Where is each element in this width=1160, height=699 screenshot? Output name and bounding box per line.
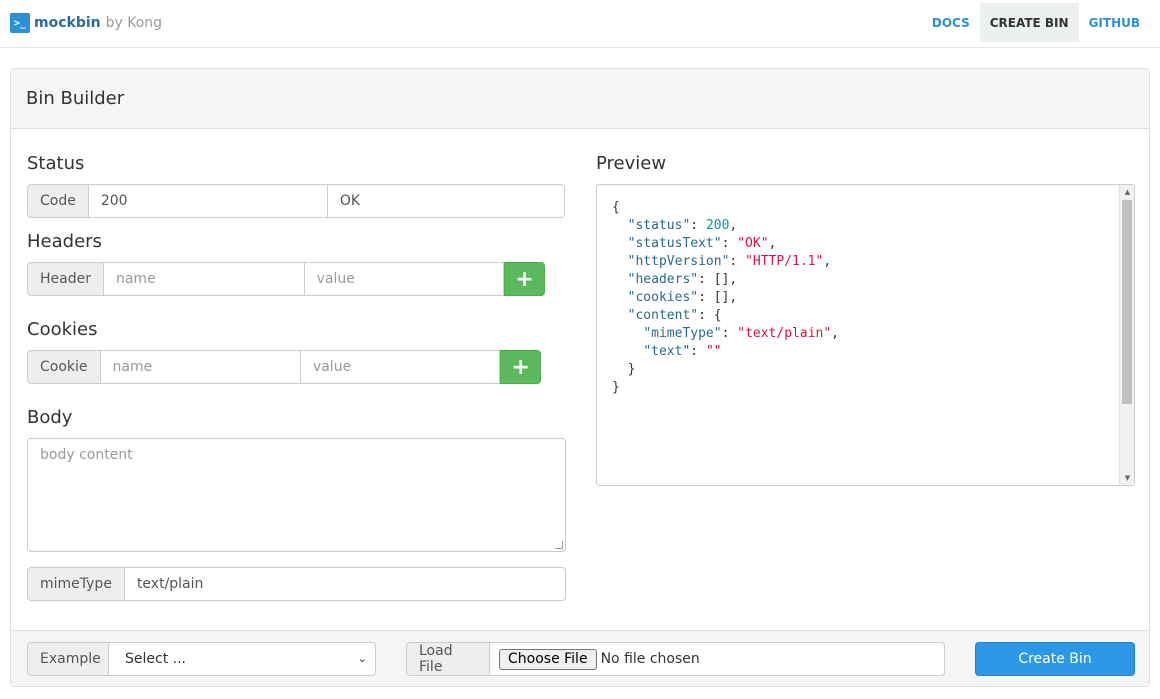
plus-icon: + bbox=[511, 354, 530, 380]
panel-title: Bin Builder bbox=[11, 69, 1149, 129]
cookie-addon: Cookie bbox=[27, 350, 101, 384]
add-header-button[interactable]: + bbox=[504, 262, 545, 296]
cookie-name-input[interactable]: name bbox=[100, 350, 301, 384]
status-text-input[interactable]: OK bbox=[327, 184, 565, 218]
example-group: Example bbox=[27, 642, 109, 676]
plus-icon: + bbox=[515, 266, 534, 292]
cookies-group: Cookie name value + bbox=[27, 350, 542, 384]
bin-builder-panel: Bin Builder Status Code 200 OK Headers H… bbox=[10, 68, 1150, 687]
header-name-input[interactable]: name bbox=[103, 262, 305, 296]
headers-group: Header name value + bbox=[27, 262, 545, 296]
body-placeholder: body content bbox=[40, 447, 133, 463]
code-addon: Code bbox=[27, 184, 89, 218]
file-status: No file chosen bbox=[600, 651, 700, 667]
resize-grip-icon[interactable] bbox=[555, 541, 563, 549]
scroll-up-icon[interactable]: ▲ bbox=[1120, 185, 1135, 199]
example-selected: Select ... bbox=[125, 651, 186, 667]
example-addon: Example bbox=[27, 642, 109, 676]
mimetype-group: mimeType text/plain bbox=[27, 567, 566, 601]
nav-github[interactable]: GITHUB bbox=[1079, 3, 1150, 42]
preview-json: { "status": 200, "statusText": "OK", "ht… bbox=[612, 200, 839, 395]
terminal-icon: >_ bbox=[10, 13, 30, 33]
choose-file-button[interactable]: Choose File bbox=[499, 648, 597, 670]
nav-docs[interactable]: DOCS bbox=[922, 3, 980, 42]
create-bin-button[interactable]: Create Bin bbox=[975, 642, 1135, 676]
preview-heading: Preview bbox=[596, 153, 667, 174]
preview-scrollbar[interactable]: ▲ ▼ bbox=[1119, 185, 1134, 485]
header-addon: Header bbox=[27, 262, 104, 296]
preview-code-box[interactable]: { "status": 200, "statusText": "OK", "ht… bbox=[596, 184, 1135, 486]
header-value-input[interactable]: value bbox=[304, 262, 505, 296]
nav-create-bin[interactable]: CREATE BIN bbox=[979, 3, 1079, 42]
brand[interactable]: >_ mockbin by Kong bbox=[10, 12, 162, 34]
status-heading: Status bbox=[27, 153, 85, 174]
top-nav: DOCS CREATE BIN GITHUB bbox=[922, 3, 1150, 42]
load-file-addon: Load File bbox=[406, 642, 490, 676]
brand-by: by Kong bbox=[105, 15, 163, 31]
body-heading: Body bbox=[27, 407, 73, 428]
load-file-group: Load File bbox=[406, 642, 490, 676]
mimetype-addon: mimeType bbox=[27, 567, 125, 601]
headers-heading: Headers bbox=[27, 231, 102, 252]
mimetype-input[interactable]: text/plain bbox=[124, 567, 566, 601]
file-input[interactable]: Choose File No file chosen bbox=[489, 642, 945, 676]
add-cookie-button[interactable]: + bbox=[500, 350, 542, 384]
status-code-input[interactable]: 200 bbox=[88, 184, 328, 218]
scroll-thumb[interactable] bbox=[1122, 200, 1132, 404]
example-select[interactable]: Select ... ⌄ bbox=[108, 642, 376, 676]
chevron-down-icon: ⌄ bbox=[357, 652, 367, 665]
scroll-down-icon[interactable]: ▼ bbox=[1120, 471, 1135, 485]
status-group: Code 200 OK bbox=[27, 184, 565, 218]
cookies-heading: Cookies bbox=[27, 319, 98, 340]
cookie-value-input[interactable]: value bbox=[300, 350, 501, 384]
navbar: >_ mockbin by Kong DOCS CREATE BIN GITHU… bbox=[0, 0, 1160, 48]
body-content-textarea[interactable]: body content bbox=[27, 438, 566, 552]
brand-name: mockbin bbox=[34, 15, 101, 31]
